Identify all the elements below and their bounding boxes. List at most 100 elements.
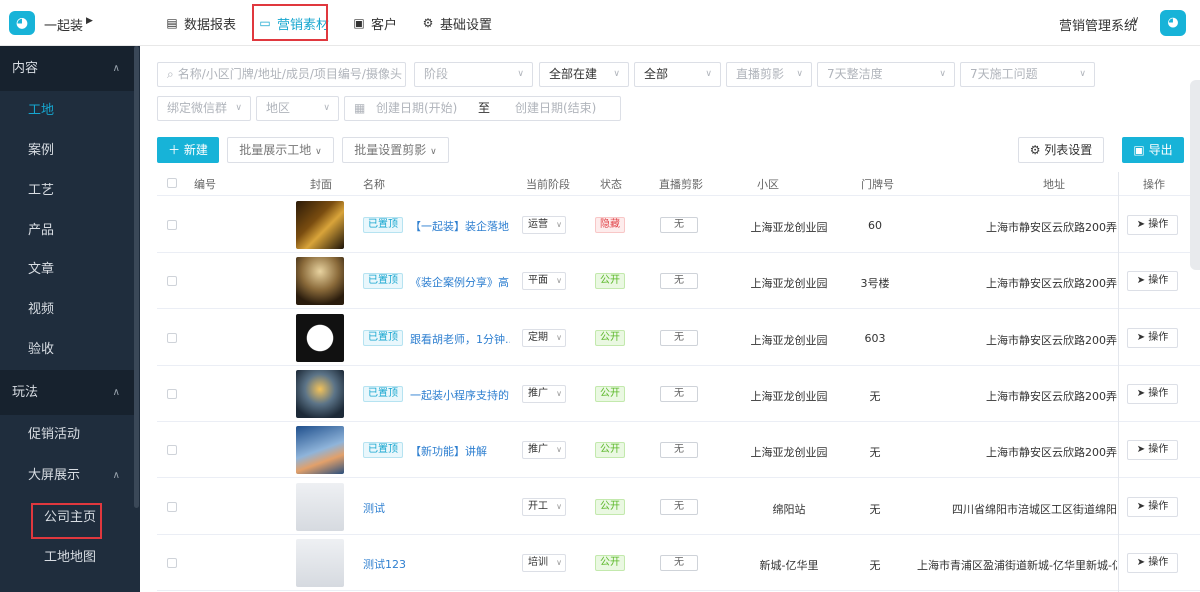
row-checkbox[interactable] (167, 445, 177, 456)
header-name[interactable]: 名称 (363, 176, 385, 192)
column-settings-button[interactable]: ⚙ 列表设置 (1018, 137, 1104, 163)
stage-select[interactable]: 阶段 ∨ (414, 62, 533, 87)
header-status[interactable]: 状态 (600, 176, 622, 192)
date-range-picker[interactable]: ▦ 创建日期(开始) 至 创建日期(结束) (344, 96, 621, 121)
header-community[interactable]: 小区 (757, 176, 779, 192)
item-name-link[interactable]: 测试 (363, 500, 385, 516)
nav-basic-settings[interactable]: ⚙ 基础设置 (421, 0, 492, 46)
app-logo-icon[interactable]: ◕ (9, 11, 35, 35)
date-end[interactable]: 创建日期(结束) (515, 97, 596, 120)
item-name-link[interactable]: 一起装小程序支持的... (410, 387, 510, 403)
cover-image[interactable] (296, 482, 344, 531)
chevron-down-icon[interactable]: ∨ (1132, 15, 1139, 26)
item-name-link[interactable]: 《装企案例分享》高... (410, 274, 510, 290)
operation-button[interactable]: ➤ 操作 (1127, 271, 1178, 292)
row-checkbox[interactable] (167, 557, 177, 568)
sidebar-item-video[interactable]: 视频 (0, 290, 134, 330)
wechat-group-select[interactable]: 绑定微信群 ∨ (157, 96, 251, 121)
stage-select[interactable]: 运营 ∨ (522, 216, 566, 234)
header-operation[interactable]: 操作 (1143, 176, 1165, 192)
export-button[interactable]: ▣ 导出 (1122, 137, 1184, 163)
batch-show-button[interactable]: 批量展示工地 ∨ (227, 137, 334, 163)
cover-image[interactable] (296, 426, 344, 475)
new-button[interactable]: ＋ 新建 (157, 137, 219, 163)
operation-button[interactable]: ➤ 操作 (1127, 496, 1178, 517)
stage-select[interactable]: 推广 ∨ (522, 384, 566, 403)
row-checkbox[interactable] (167, 220, 177, 230)
live-clip-select[interactable]: 直播剪影 ∨ (726, 62, 812, 87)
search-input[interactable]: ⌕ 名称/小区门牌/地址/成员/项目编号/摄像头 (157, 62, 406, 87)
brand-name[interactable]: 一起装 (44, 15, 83, 34)
sidebar-item-article[interactable]: 文章 (0, 250, 134, 290)
live-clip-button[interactable]: 无 (660, 273, 698, 290)
live-clip-button[interactable]: 无 (660, 217, 698, 233)
table-row[interactable]: 测试 开工 ∨ 公开 无 绵阳站 无 四川省绵阳市涪城区工区街道绵阳 ➤ 操作 (157, 479, 1200, 535)
operation-button[interactable]: ➤ 操作 (1127, 215, 1178, 235)
item-name-link[interactable]: 【一起装】装企落地... (410, 218, 510, 234)
sidebar-item-product[interactable]: 产品 (0, 211, 134, 251)
table-row[interactable]: 已置顶 一起装小程序支持的... 推广 ∨ 公开 无 上海亚龙创业园 无 上海市静安区云欣路20… (157, 366, 1200, 422)
stage-select[interactable]: 推广 ∨ (522, 441, 566, 460)
operation-button[interactable]: ➤ 操作 (1127, 383, 1178, 404)
caret-right-icon[interactable]: ▶ (86, 16, 93, 26)
header-door[interactable]: 门牌号 (861, 176, 894, 192)
cover-image[interactable] (296, 313, 344, 362)
sidebar-item-case[interactable]: 案例 (0, 131, 134, 171)
table-row[interactable]: 已置顶 跟看胡老师，1分钟... 定期 ∨ 公开 无 上海亚龙创业园 603 上海市静安区云欣路… (157, 310, 1200, 366)
build-status-select[interactable]: 全部在建 ∨ (539, 62, 629, 87)
stage-select[interactable]: 培训 ∨ (522, 553, 566, 572)
operation-button[interactable]: ➤ 操作 (1127, 552, 1178, 573)
stage-select[interactable]: 定期 ∨ (522, 328, 566, 347)
all-select[interactable]: 全部 ∨ (634, 62, 721, 87)
sidebar-group-bigscreen[interactable]: 大屏展示 ∧ (0, 456, 134, 496)
header-live-clip[interactable]: 直播剪影 (659, 176, 703, 192)
live-clip-button[interactable]: 无 (660, 554, 698, 571)
cover-image[interactable] (296, 201, 344, 249)
live-clip-button[interactable]: 无 (660, 442, 698, 459)
table-row[interactable]: 已置顶 【一起装】装企落地... 运营 ∨ 隐藏 无 上海亚龙创业园 60 上海市静安区云欣路2… (157, 197, 1200, 253)
operation-button[interactable]: ➤ 操作 (1127, 327, 1178, 348)
sidebar-item-inspection[interactable]: 验收 (0, 330, 134, 370)
sidebar-item-site[interactable]: 工地 (0, 91, 134, 131)
cover-image[interactable] (296, 369, 344, 418)
table-row[interactable]: 测试123 培训 ∨ 公开 无 新城-亿华里 无 上海市青浦区盈浦街道新城-亿华里新城-亿 ➤ … (157, 535, 1200, 591)
operation-button[interactable]: ➤ 操作 (1127, 440, 1178, 461)
sidebar-item-site-map[interactable]: 工地地图 (0, 538, 134, 578)
live-clip-button[interactable]: 无 (660, 329, 698, 346)
stage-select[interactable]: 平面 ∨ (522, 272, 566, 291)
item-name-link[interactable]: 测试123 (363, 556, 406, 572)
nav-customers[interactable]: ▣ 客户 (352, 0, 397, 46)
select-all-checkbox[interactable] (167, 178, 177, 188)
batch-clip-button[interactable]: 批量设置剪影 ∨ (342, 137, 449, 163)
row-checkbox[interactable] (167, 276, 177, 287)
sidebar-item-craft[interactable]: 工艺 (0, 171, 134, 211)
row-checkbox[interactable] (167, 388, 177, 399)
live-clip-button[interactable]: 无 (660, 498, 698, 515)
cover-image[interactable] (296, 538, 344, 587)
sidebar-scrollbar[interactable] (134, 46, 139, 508)
row-checkbox[interactable] (167, 501, 177, 512)
cover-image[interactable] (296, 257, 344, 306)
live-clip-button[interactable]: 无 (660, 385, 698, 402)
nav-data-report[interactable]: ▤ 数据报表 (165, 0, 236, 46)
header-cover[interactable]: 封面 (310, 176, 332, 192)
sidebar-item-promo[interactable]: 促销活动 (0, 415, 134, 455)
issue-select[interactable]: 7天施工问题 ∨ (960, 62, 1095, 87)
stage-select[interactable]: 开工 ∨ (522, 497, 566, 516)
tidiness-select[interactable]: 7天整洁度 ∨ (817, 62, 955, 87)
row-checkbox[interactable] (167, 332, 177, 343)
table-row[interactable]: 已置顶 《装企案例分享》高... 平面 ∨ 公开 无 上海亚龙创业园 3号楼 上海市静安区云欣路… (157, 253, 1200, 310)
region-select[interactable]: 地区 ∨ (256, 96, 339, 121)
item-name-link[interactable]: 【新功能】讲解 (410, 443, 487, 459)
table-row[interactable]: 已置顶 【新功能】讲解 推广 ∨ 公开 无 上海亚龙创业园 无 上海市静安区云欣路200弄 ➤ 操… (157, 422, 1200, 479)
date-start[interactable]: 创建日期(开始) (376, 97, 457, 120)
header-stage[interactable]: 当前阶段 (526, 176, 570, 192)
header-address[interactable]: 地址 (1043, 176, 1065, 192)
system-switcher[interactable]: 营销管理系统 (1059, 15, 1137, 34)
avatar[interactable]: ◕ (1160, 10, 1186, 36)
header-number[interactable]: 编号 (194, 176, 216, 192)
item-name-link[interactable]: 跟看胡老师，1分钟... (410, 331, 510, 347)
side-float-panel[interactable] (1190, 80, 1200, 270)
sidebar-section-play[interactable]: 玩法 ∧ (0, 370, 134, 415)
sidebar-section-content[interactable]: 内容 ∧ (0, 46, 134, 91)
